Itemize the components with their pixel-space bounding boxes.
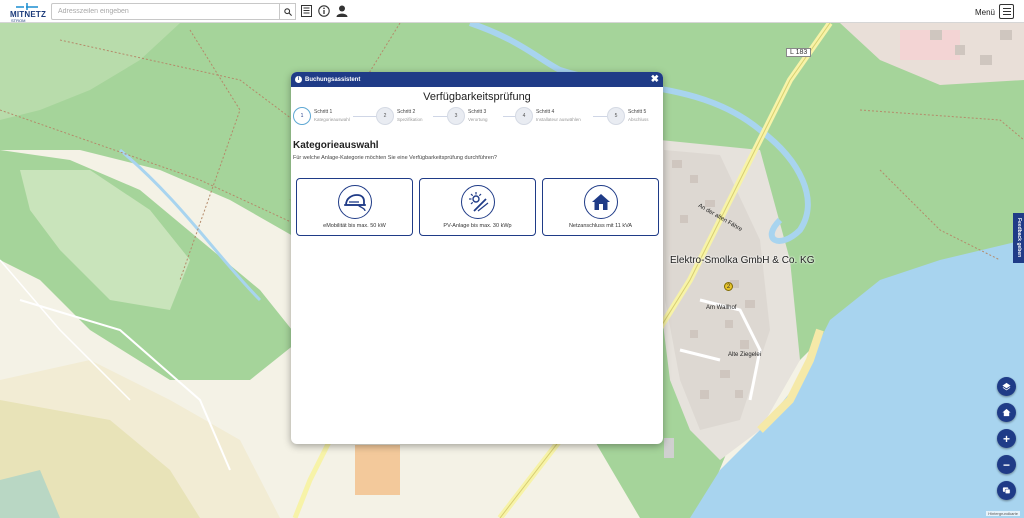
feedback-tab[interactable]: Feedback geben	[1013, 213, 1024, 263]
top-header: MITNETZ STROM Menü	[0, 0, 1024, 23]
category-emobility-card[interactable]: eMobilität bis max. 50 kW	[296, 178, 413, 236]
ev-car-icon	[337, 185, 372, 219]
info-circle-icon: i	[295, 76, 302, 83]
step-4-circle: 4	[515, 107, 533, 125]
step-2[interactable]: 2 Schritt 2 Spezifikation	[376, 107, 423, 125]
map-attribution[interactable]: Hintergrundkarte	[986, 511, 1020, 516]
zoom-in-button[interactable]: +	[997, 429, 1016, 448]
chat-icon	[1002, 487, 1011, 494]
search-button[interactable]	[279, 3, 296, 20]
step-5-sub: Abschluss	[628, 117, 649, 122]
search-icon	[283, 7, 292, 16]
category-pv-label: PV-Anlage bis max. 30 kWp	[443, 223, 512, 229]
user-button[interactable]	[335, 4, 349, 18]
street-label-am-wallhof: Am Wallhof	[706, 305, 737, 311]
section-question: Für welche Anlage-Kategorie möchten Sie …	[293, 155, 497, 161]
road-shield: L 183	[786, 48, 812, 57]
home-icon	[1002, 408, 1011, 417]
category-list: eMobilität bis max. 50 kW PV-Anlage bis …	[296, 178, 660, 236]
step-3-sub: Verortung	[468, 117, 488, 122]
step-3-name: Schritt 3	[468, 109, 487, 115]
stepper: 1 Schritt 1 Kategorieauswahl 2 Schritt 2…	[293, 107, 659, 131]
modal-header-title: Buchungsassistent	[305, 76, 361, 83]
step-4[interactable]: 4 Schritt 4 Installateur auswählen	[515, 107, 581, 125]
solar-icon	[460, 185, 495, 219]
section-title: Kategorieauswahl	[293, 140, 379, 151]
layers-icon	[1002, 382, 1011, 391]
street-label-alte-ziegelei: Alte Ziegelei	[728, 352, 762, 358]
company-label[interactable]: Elektro-Smolka GmbH & Co. KG	[670, 255, 814, 266]
layers-button[interactable]	[997, 377, 1016, 396]
info-button[interactable]	[317, 4, 331, 18]
step-4-name: Schritt 4	[536, 109, 555, 115]
step-4-sub: Installateur auswählen	[536, 117, 581, 122]
step-2-circle: 2	[376, 107, 394, 125]
category-pv-card[interactable]: PV-Anlage bis max. 30 kWp	[419, 178, 536, 236]
logo-subtext: STROM	[11, 18, 26, 23]
booking-assistant-modal: i Buchungsassistent ✖ Verfügbarkeitsprüf…	[291, 72, 663, 444]
step-1-name: Schritt 1	[314, 109, 333, 115]
modal-title: Verfügbarkeitsprüfung	[423, 91, 531, 103]
step-2-sub: Spezifikation	[397, 117, 423, 122]
close-icon[interactable]: ✖	[651, 74, 659, 85]
home-button[interactable]	[997, 403, 1016, 422]
step-1-sub: Kategorieauswahl	[314, 117, 350, 122]
modal-header: i Buchungsassistent	[291, 72, 663, 87]
step-3-circle: 3	[447, 107, 465, 125]
address-search-input[interactable]	[51, 3, 281, 20]
mitnetz-logo[interactable]: MITNETZ STROM	[6, 2, 46, 23]
logo-mark-icon	[16, 3, 38, 10]
house-icon	[583, 185, 618, 219]
category-emobility-label: eMobilität bis max. 50 kW	[323, 223, 386, 229]
step-1[interactable]: 1 Schritt 1 Kategorieauswahl	[293, 107, 350, 125]
menu-button[interactable]	[999, 4, 1014, 19]
poi-marker[interactable]: 2	[724, 282, 733, 291]
list-button[interactable]	[299, 4, 313, 18]
step-2-name: Schritt 2	[397, 109, 416, 115]
user-icon	[336, 5, 348, 17]
list-icon	[300, 5, 312, 17]
category-grid-connection-card[interactable]: Netzanschluss mit 11 kVA	[542, 178, 659, 236]
step-5[interactable]: 5 Schritt 5 Abschluss	[607, 107, 649, 125]
step-5-name: Schritt 5	[628, 109, 647, 115]
chat-button[interactable]	[997, 481, 1016, 500]
step-1-circle: 1	[293, 107, 311, 125]
category-grid-connection-label: Netzanschluss mit 11 kVA	[568, 223, 633, 229]
step-5-circle: 5	[607, 107, 625, 125]
info-icon	[318, 5, 330, 17]
zoom-out-button[interactable]: −	[997, 455, 1016, 474]
step-3[interactable]: 3 Schritt 3 Verortung	[447, 107, 488, 125]
menu-label[interactable]: Menü	[975, 8, 995, 17]
hamburger-icon	[1002, 8, 1011, 9]
